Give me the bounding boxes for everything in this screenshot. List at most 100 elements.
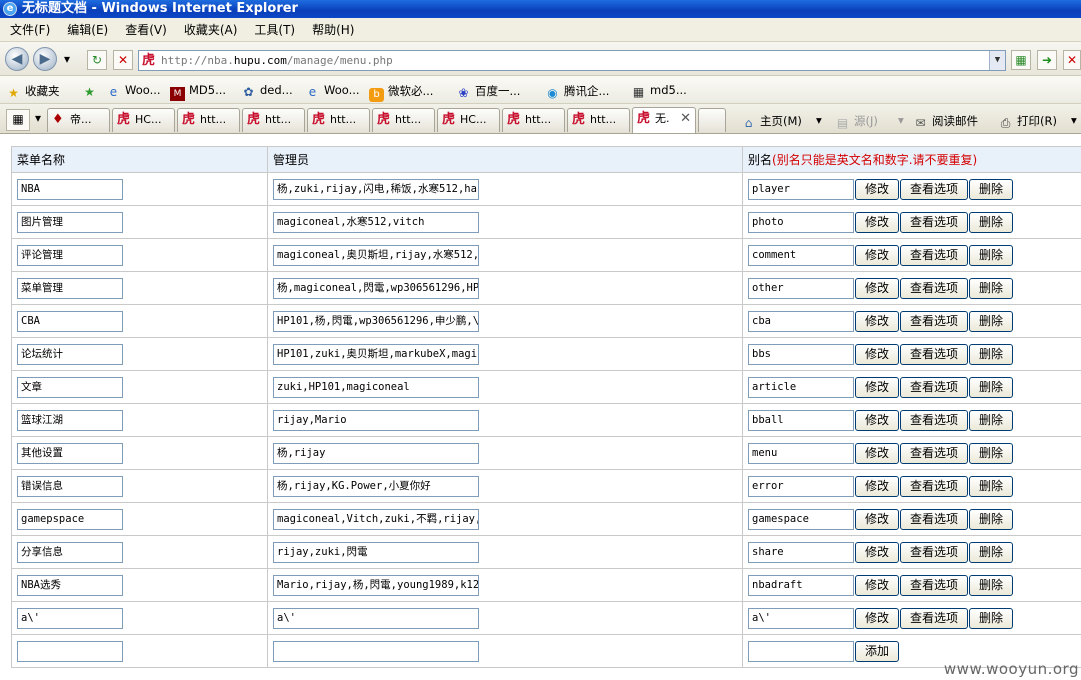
edit-button[interactable]: 修改 bbox=[855, 475, 899, 497]
menu-tools[interactable]: 工具(T) bbox=[254, 21, 295, 38]
delete-button[interactable]: 删除 bbox=[969, 541, 1013, 563]
home-dropdown-icon[interactable]: ▾ bbox=[816, 113, 822, 127]
edit-button[interactable]: 修改 bbox=[855, 574, 899, 596]
alias-input[interactable]: other bbox=[748, 277, 854, 299]
view-options-button[interactable]: 查看选项 bbox=[900, 442, 968, 464]
menu-name-input[interactable]: 篮球江湖 bbox=[17, 409, 123, 431]
close-tab-icon[interactable]: ✕ bbox=[680, 108, 691, 130]
alias-input[interactable]: cba bbox=[748, 310, 854, 332]
menu-name-input[interactable]: 分享信息 bbox=[17, 541, 123, 563]
edit-button[interactable]: 修改 bbox=[855, 343, 899, 365]
managers-input[interactable]: HP101,杨,閃電,wp306561296,申少鹏,\ bbox=[273, 310, 479, 332]
feeds-button[interactable]: ▤ 源(J) bbox=[835, 113, 878, 130]
menu-name-input[interactable]: 菜单管理 bbox=[17, 277, 123, 299]
menu-name-input[interactable]: 评论管理 bbox=[17, 244, 123, 266]
menu-help[interactable]: 帮助(H) bbox=[312, 21, 354, 38]
search-icon[interactable]: ✕ bbox=[1063, 50, 1081, 70]
feeds-dropdown-icon[interactable]: ▾ bbox=[898, 113, 904, 127]
alias-input[interactable]: error bbox=[748, 475, 854, 497]
forward-arrow-icon[interactable]: ▶ bbox=[33, 47, 57, 71]
edit-button[interactable]: 修改 bbox=[855, 442, 899, 464]
menu-edit[interactable]: 编辑(E) bbox=[67, 21, 108, 38]
view-options-button[interactable]: 查看选项 bbox=[900, 541, 968, 563]
managers-input[interactable]: a\' bbox=[273, 607, 479, 629]
edit-button[interactable]: 修改 bbox=[855, 409, 899, 431]
view-options-button[interactable]: 查看选项 bbox=[900, 277, 968, 299]
alias-input[interactable]: bball bbox=[748, 409, 854, 431]
new-tab-button[interactable] bbox=[698, 108, 726, 132]
view-options-button[interactable]: 查看选项 bbox=[900, 607, 968, 629]
compat-view-icon[interactable]: ▦ bbox=[1011, 50, 1031, 70]
alias-input[interactable]: menu bbox=[748, 442, 854, 464]
tab-9[interactable]: 虎 htt... bbox=[567, 108, 630, 132]
managers-input[interactable]: magiconeal,水寒512,vitch bbox=[273, 211, 479, 233]
new-menu-name-input[interactable] bbox=[17, 640, 123, 662]
print-button[interactable]: ⎙ 打印(R) bbox=[998, 113, 1057, 130]
alias-input[interactable]: a\' bbox=[748, 607, 854, 629]
print-dropdown-icon[interactable]: ▾ bbox=[1071, 113, 1077, 127]
new-alias-input[interactable] bbox=[748, 640, 854, 662]
managers-input[interactable]: magiconeal,Vitch,zuki,不羁,rijay,m bbox=[273, 508, 479, 530]
managers-input[interactable]: 杨,zuki,rijay,闪电,稀饭,水寒512,ha bbox=[273, 178, 479, 200]
view-options-button[interactable]: 查看选项 bbox=[900, 475, 968, 497]
edit-button[interactable]: 修改 bbox=[855, 607, 899, 629]
go-arrow-icon[interactable]: ➜ bbox=[1037, 50, 1057, 70]
back-arrow-icon[interactable]: ◀ bbox=[5, 47, 29, 71]
edit-button[interactable]: 修改 bbox=[855, 244, 899, 266]
delete-button[interactable]: 删除 bbox=[969, 475, 1013, 497]
alias-input[interactable]: comment bbox=[748, 244, 854, 266]
menu-name-input[interactable]: NBA bbox=[17, 178, 123, 200]
fav-link-5[interactable]: b 微软必... bbox=[369, 83, 433, 102]
tab-4[interactable]: 虎 htt... bbox=[242, 108, 305, 132]
alias-input[interactable]: photo bbox=[748, 211, 854, 233]
fav-link-6[interactable]: ❀ 百度一... bbox=[456, 83, 520, 100]
alias-input[interactable]: bbs bbox=[748, 343, 854, 365]
read-mail-button[interactable]: ✉ 阅读邮件 bbox=[913, 113, 978, 130]
view-options-button[interactable]: 查看选项 bbox=[900, 244, 968, 266]
tab-7[interactable]: 虎 HC... bbox=[437, 108, 500, 132]
tab-2[interactable]: 虎 HC... bbox=[112, 108, 175, 132]
edit-button[interactable]: 修改 bbox=[855, 178, 899, 200]
favorites-button[interactable]: ★ 收藏夹 bbox=[6, 83, 59, 100]
view-options-button[interactable]: 查看选项 bbox=[900, 211, 968, 233]
view-options-button[interactable]: 查看选项 bbox=[900, 343, 968, 365]
new-managers-input[interactable] bbox=[273, 640, 479, 662]
tab-5[interactable]: 虎 htt... bbox=[307, 108, 370, 132]
nav-history-dropdown-icon[interactable]: ▾ bbox=[60, 50, 74, 70]
managers-input[interactable]: Mario,rijay,杨,閃電,young1989,k12, bbox=[273, 574, 479, 596]
menu-name-input[interactable]: gamepspace bbox=[17, 508, 123, 530]
alias-input[interactable]: share bbox=[748, 541, 854, 563]
stop-icon[interactable]: ✕ bbox=[113, 50, 133, 70]
tab-10-active[interactable]: 虎无. ✕ bbox=[632, 107, 696, 133]
edit-button[interactable]: 修改 bbox=[855, 541, 899, 563]
managers-input[interactable]: rijay,zuki,閃電 bbox=[273, 541, 479, 563]
quick-tabs-icon[interactable]: ▦ bbox=[6, 109, 30, 131]
view-options-button[interactable]: 查看选项 bbox=[900, 508, 968, 530]
view-options-button[interactable]: 查看选项 bbox=[900, 178, 968, 200]
delete-button[interactable]: 删除 bbox=[969, 607, 1013, 629]
view-options-button[interactable]: 查看选项 bbox=[900, 376, 968, 398]
menu-favorites[interactable]: 收藏夹(A) bbox=[184, 21, 238, 38]
home-button[interactable]: ⌂ 主页(M) bbox=[741, 113, 802, 130]
view-options-button[interactable]: 查看选项 bbox=[900, 409, 968, 431]
managers-input[interactable]: 杨,magiconeal,閃電,wp306561296,HP1 bbox=[273, 277, 479, 299]
managers-input[interactable]: magiconeal,奥贝斯坦,rijay,水寒512, bbox=[273, 244, 479, 266]
delete-button[interactable]: 删除 bbox=[969, 277, 1013, 299]
fav-link-7[interactable]: ◉ 腾讯企... bbox=[545, 83, 609, 100]
delete-button[interactable]: 删除 bbox=[969, 442, 1013, 464]
managers-input[interactable]: zuki,HP101,magiconeal bbox=[273, 376, 479, 398]
delete-button[interactable]: 删除 bbox=[969, 178, 1013, 200]
address-dropdown-icon[interactable]: ▼ bbox=[989, 51, 1005, 70]
delete-button[interactable]: 删除 bbox=[969, 310, 1013, 332]
edit-button[interactable]: 修改 bbox=[855, 277, 899, 299]
managers-input[interactable]: 杨,rijay,KG.Power,小夏你好 bbox=[273, 475, 479, 497]
alias-input[interactable]: nbadraft bbox=[748, 574, 854, 596]
add-button[interactable]: 添加 bbox=[855, 640, 899, 662]
alias-input[interactable]: article bbox=[748, 376, 854, 398]
alias-input[interactable]: player bbox=[748, 178, 854, 200]
menu-name-input[interactable]: 其他设置 bbox=[17, 442, 123, 464]
fav-link-2[interactable]: M MD5... bbox=[170, 83, 226, 101]
managers-input[interactable]: rijay,Mario bbox=[273, 409, 479, 431]
edit-button[interactable]: 修改 bbox=[855, 508, 899, 530]
delete-button[interactable]: 删除 bbox=[969, 508, 1013, 530]
